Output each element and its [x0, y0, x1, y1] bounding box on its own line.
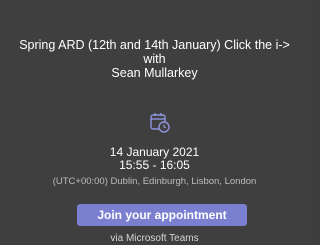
meeting-platform: via Microsoft Teams — [110, 233, 199, 244]
join-appointment-button[interactable]: Join your appointment — [77, 204, 247, 226]
host-name: Sean Mullarkey — [111, 66, 198, 80]
appointment-timezone: (UTC+00:00) Dublin, Edinburgh, Lisbon, L… — [52, 176, 257, 187]
appointment-title-with: with — [143, 52, 166, 66]
calendar-clock-icon — [148, 111, 172, 135]
appointment-title: Spring ARD (12th and 14th January) Click… — [12, 38, 297, 80]
appointment-title-line1: Spring ARD (12th and 14th January) Click… — [19, 38, 290, 52]
appointment-card: Spring ARD (12th and 14th January) Click… — [0, 0, 309, 244]
appointment-time: 15:55 - 16:05 — [119, 158, 190, 172]
appointment-date: 14 January 2021 — [109, 145, 200, 159]
